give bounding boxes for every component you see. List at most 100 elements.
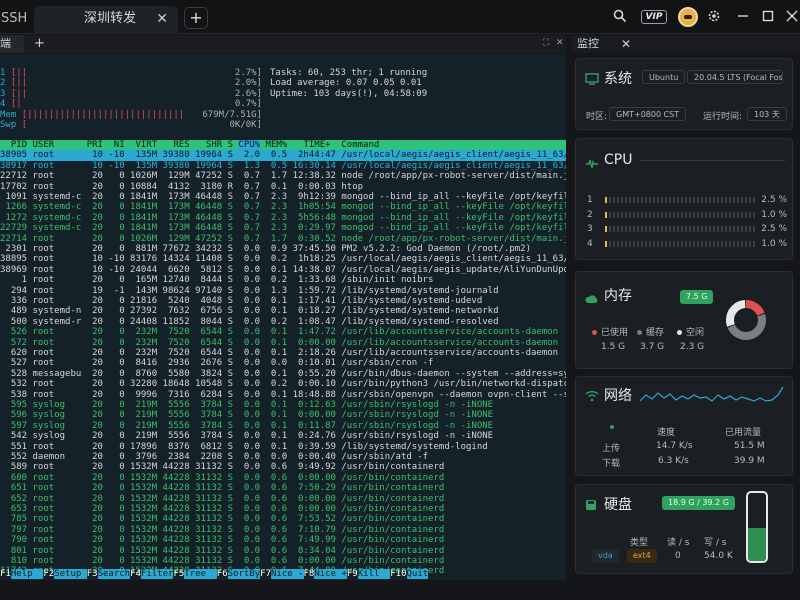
fkey-label[interactable]: Setup	[54, 569, 87, 579]
table-row[interactable]: 810 root 20 0 1532M 44228 31132 S 0.0 0.…	[0, 556, 566, 566]
table-row[interactable]: 532 root 20 0 32280 18648 10548 S 0.0 0.…	[0, 379, 566, 389]
gear-icon[interactable]	[706, 9, 722, 25]
table-row[interactable]: 600 root 20 0 1532M 44228 31132 S 0.0 0.…	[0, 473, 566, 483]
close-window-icon[interactable]	[784, 9, 800, 25]
fkey-label[interactable]: Nice -	[271, 569, 304, 579]
table-row[interactable]: 527 root 20 0 8416 2936 2676 S 0.0 0.0 0…	[0, 358, 566, 368]
fkey-label[interactable]: Kill	[357, 569, 391, 579]
table-row[interactable]: 651 root 20 0 1532M 44228 31132 S 0.0 0.…	[0, 483, 566, 493]
table-row[interactable]: 38905 root 10 -10 135M 39380 19964 S 2.0…	[0, 150, 566, 161]
meter-label: 3	[0, 88, 6, 99]
process-table-header[interactable]: PID USER PRI NI VIRT RES SHR S CPU% MEM%…	[0, 140, 566, 151]
table-row[interactable]: 294 root 19 -1 143M 98624 97140 S 0.0 1.…	[0, 286, 566, 296]
avatar[interactable]	[678, 7, 698, 27]
fkey-1[interactable]: F2	[43, 569, 54, 579]
table-row[interactable]: 595 syslog 20 0 219M 5556 3784 S 0.0 0.1…	[0, 400, 566, 410]
table-row[interactable]: 22712 root 20 0 1026M 129M 47252 S 0.7 1…	[0, 171, 566, 181]
table-row[interactable]: 38917 root 10 -10 135M 39380 19964 S 1.3…	[0, 161, 566, 171]
fkey-5[interactable]: F6	[217, 569, 228, 579]
header-cpu-sort[interactable]: CPU%	[238, 140, 261, 150]
fkey-label[interactable]: Filter	[140, 569, 174, 579]
meter-label: 1	[0, 68, 6, 78]
col-type: 类型	[630, 538, 649, 548]
table-row[interactable]: 526 root 20 0 232M 7520 6544 S 0.0 0.1 1…	[0, 327, 566, 337]
add-terminal-button[interactable]: +	[34, 35, 45, 53]
fkey-8[interactable]: F9	[347, 569, 358, 579]
table-row[interactable]: 552 daemon 20 0 3796 2384 2208 S 0.0 0.0…	[0, 452, 566, 462]
cpu-card: CPU 1 2.5 % 2 1.0 % 3 2.5 % 4 1.0 %	[575, 138, 793, 260]
fkey-2[interactable]: F3	[87, 569, 98, 579]
table-row[interactable]: 1 root 20 0 165M 12740 8444 S 0.0 0.2 1:…	[0, 275, 566, 285]
table-row[interactable]: 597 syslog 20 0 219M 5556 3784 S 0.0 0.1…	[0, 421, 566, 431]
minimize-icon[interactable]	[735, 9, 751, 25]
core-percent: 1.0 %	[761, 238, 787, 249]
table-row[interactable]: 801 root 20 0 1532M 44228 31132 S 0.0 0.…	[0, 546, 566, 556]
fkey-0[interactable]: F1	[0, 569, 11, 579]
table-row[interactable]: 1091 systemd-c 20 0 1841M 173M 46448 S 0…	[0, 192, 566, 202]
table-row[interactable]: 2301 root 20 0 881M 77672 34232 S 0.0 0.…	[0, 244, 566, 254]
tasks-line: Tasks: 60, 253 thr; 1 running	[270, 68, 428, 78]
disk-icon	[585, 496, 597, 515]
table-row[interactable]: 1272 systemd-c 20 0 1841M 173M 46448 S 0…	[0, 213, 566, 223]
terminal[interactable]: 1 [|| 2.7%] 2 [|| 2.0%] 3 [|| 2.6%] 4 [| 0.7%] M…	[0, 54, 566, 580]
cloud-icon	[585, 289, 599, 308]
monitor-tab[interactable]: 监控 ✕	[572, 35, 800, 53]
table-row[interactable]: 797 root 20 0 1532M 44228 31132 S 0.0 0.…	[0, 525, 566, 535]
close-icon[interactable]: ✕	[621, 35, 631, 53]
fkey-label[interactable]: Tree	[184, 569, 217, 579]
table-row[interactable]: 22729 systemd-c 20 0 1841M 173M 46448 S …	[0, 223, 566, 233]
table-row[interactable]: 22714 root 20 0 1026M 129M 47252 S 0.7 1…	[0, 234, 566, 244]
memory-cache-value: 3.7 G	[640, 342, 665, 352]
core-percent: 2.5 %	[761, 224, 787, 234]
fkey-label[interactable]: SortBy	[227, 569, 261, 579]
expand-icon[interactable]: ⛶	[543, 38, 549, 48]
table-row[interactable]: 620 root 20 0 232M 7520 6544 S 0.0 0.1 2…	[0, 348, 566, 358]
meter-1: 2 [|| 2.0%]	[0, 78, 262, 88]
fkey-7[interactable]: F8	[304, 569, 315, 579]
table-row[interactable]: 528 messagebu 20 0 8760 5580 3824 S 0.0 …	[0, 369, 566, 379]
table-row[interactable]: 572 root 20 0 232M 7520 6544 S 0.0 0.1 0…	[0, 338, 566, 348]
table-row[interactable]: 551 root 20 0 17896 8376 6812 S 0.0 0.1 …	[0, 442, 566, 452]
meter-value: 0K/0K]	[229, 120, 262, 130]
download-total: 39.9 M	[734, 456, 765, 466]
table-row[interactable]: 653 root 20 0 1532M 44228 31132 S 0.0 0.…	[0, 504, 566, 514]
table-row[interactable]: 542 syslog 20 0 219M 5556 3784 S 0.0 0.1…	[0, 431, 566, 441]
table-row[interactable]: 500 systemd-r 20 0 24408 11852 8044 S 0.…	[0, 317, 566, 327]
meter-bar: [|||||||||||||||||||||||||||||	[21, 109, 185, 120]
terminal-tab[interactable]: 端	[0, 35, 24, 53]
table-row[interactable]: 489 systemd-n 20 0 27392 7632 6756 S 0.0…	[0, 306, 566, 316]
close-icon[interactable]: ✕	[556, 38, 564, 48]
fkey-6[interactable]: F7	[260, 569, 271, 579]
fkey-label[interactable]: Help	[10, 569, 44, 579]
table-row[interactable]: 790 root 20 0 1532M 44228 31132 S 0.0 0.…	[0, 535, 566, 545]
close-icon[interactable]: ✕	[156, 6, 168, 32]
table-row[interactable]: 652 root 20 0 1532M 44228 31132 S 0.0 0.…	[0, 494, 566, 504]
fkey-label[interactable]: Nice +	[314, 569, 347, 579]
tab-ssh[interactable]: SSH	[0, 6, 30, 34]
table-row[interactable]: 38895 root 10 -10 83176 14324 11408 S 0.…	[0, 254, 566, 264]
fkey-label[interactable]: Quit	[406, 569, 429, 579]
fkey-9[interactable]: F10	[390, 569, 406, 579]
table-row[interactable]: 1266 systemd-c 20 0 1841M 173M 46448 S 0…	[0, 202, 566, 212]
disk-usage: 18.9 G / 39.2 G	[662, 496, 735, 510]
search-icon[interactable]	[612, 9, 628, 25]
fkey-4[interactable]: F5	[173, 569, 184, 579]
vip-badge[interactable]: VIP	[641, 10, 667, 24]
fkey-label[interactable]: Search	[97, 569, 131, 579]
tab-shenzhen[interactable]: 深圳转发 ✕	[34, 6, 178, 34]
memory-donut-chart	[726, 300, 766, 340]
table-row[interactable]: 38969 root 10 -10 24044 6620 5812 S 0.0 …	[0, 265, 566, 275]
fkey-3[interactable]: F4	[130, 569, 141, 579]
uptime-label: 运行时间:	[703, 112, 743, 122]
wifi-icon	[585, 387, 599, 406]
table-row[interactable]: 785 root 20 0 1532M 44228 31132 S 0.0 0.…	[0, 514, 566, 524]
network-title: 网络	[604, 388, 632, 404]
table-row[interactable]: 538 root 20 0 9996 7316 6284 S 0.0 0.1 1…	[0, 390, 566, 400]
maximize-icon[interactable]	[760, 9, 776, 25]
table-row[interactable]: 596 syslog 20 0 219M 5556 3784 S 0.0 0.1…	[0, 410, 566, 420]
table-row[interactable]: 17702 root 20 0 10884 4132 3180 R 0.7 0.…	[0, 182, 566, 192]
table-row[interactable]: 589 root 20 0 1532M 44228 31132 S 0.0 0.…	[0, 462, 566, 472]
col-read: 读 / s	[667, 538, 690, 548]
new-tab-button[interactable]: +	[184, 7, 208, 29]
table-row[interactable]: 336 root 20 0 21816 5240 4048 S 0.0 0.1 …	[0, 296, 566, 306]
